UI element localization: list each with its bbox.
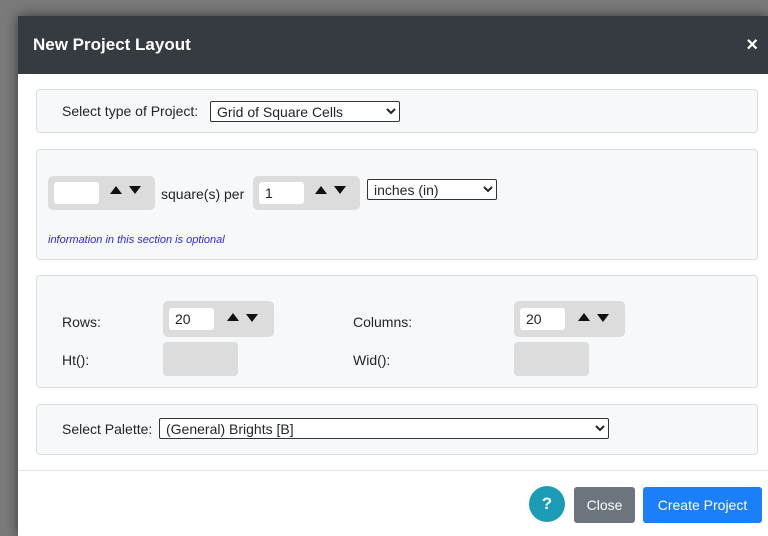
- columns-stepper[interactable]: 20: [514, 301, 625, 337]
- project-type-section: Select type of Project: Grid of Square C…: [36, 89, 758, 133]
- rows-stepper[interactable]: 20: [163, 301, 274, 337]
- dimensions-section: Rows: 20 Columns: 20 Ht(): Wid():: [36, 275, 758, 388]
- optional-note: information in this section is optional: [48, 234, 225, 246]
- unit-select[interactable]: inches (in): [367, 179, 497, 200]
- question-icon: ?: [541, 494, 553, 513]
- arrow-down-icon[interactable]: [246, 314, 258, 322]
- columns-input[interactable]: 20: [520, 308, 565, 330]
- columns-label: Columns:: [353, 314, 413, 330]
- per-input[interactable]: 1: [259, 182, 304, 204]
- rows-input[interactable]: 20: [169, 308, 214, 330]
- palette-select[interactable]: (General) Brights [B]: [159, 418, 609, 439]
- squares-stepper[interactable]: [48, 176, 155, 210]
- arrow-up-icon[interactable]: [110, 186, 122, 194]
- new-project-dialog: New Project Layout × Select type of Proj…: [18, 16, 768, 536]
- close-icon[interactable]: ×: [746, 35, 758, 55]
- arrow-down-icon[interactable]: [597, 314, 609, 322]
- arrow-down-icon[interactable]: [129, 186, 141, 194]
- footer-divider: [18, 470, 768, 471]
- per-stepper[interactable]: 1: [253, 176, 360, 210]
- create-project-button[interactable]: Create Project: [643, 487, 762, 523]
- height-value: [163, 342, 238, 376]
- dialog-title: New Project Layout: [33, 35, 191, 54]
- arrow-up-icon[interactable]: [227, 313, 239, 321]
- dialog-header: New Project Layout ×: [18, 16, 768, 74]
- height-label: Ht():: [62, 352, 90, 368]
- close-button[interactable]: Close: [574, 487, 635, 523]
- help-button[interactable]: ?: [529, 486, 565, 522]
- arrow-up-icon[interactable]: [578, 313, 590, 321]
- arrow-down-icon[interactable]: [334, 186, 346, 194]
- scale-section: square(s) per 1 inches (in) information …: [36, 149, 758, 260]
- project-type-label: Select type of Project:: [62, 103, 199, 119]
- palette-section: Select Palette: (General) Brights [B]: [36, 404, 758, 455]
- squares-per-label: square(s) per: [161, 186, 245, 202]
- width-value: [514, 342, 589, 376]
- width-label: Wid():: [353, 352, 391, 368]
- squares-input[interactable]: [54, 182, 99, 204]
- palette-label: Select Palette:: [62, 421, 153, 437]
- arrow-up-icon[interactable]: [315, 186, 327, 194]
- rows-label: Rows:: [62, 314, 101, 330]
- project-type-select[interactable]: Grid of Square Cells: [210, 101, 400, 122]
